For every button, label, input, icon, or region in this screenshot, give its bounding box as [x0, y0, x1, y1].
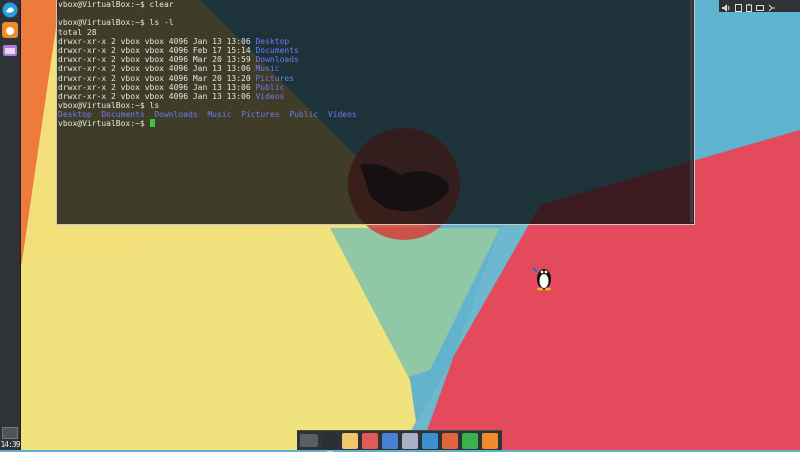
dock [297, 430, 502, 452]
terminal-line: drwxr-xr-x 2 vbox vbox 4096 Jan 13 13:06… [58, 37, 357, 46]
listing-meta: drwxr-xr-x 2 vbox vbox 4096 Jan 13 13:06 [58, 36, 256, 46]
presentation-icon[interactable] [442, 432, 458, 449]
system-tray [719, 0, 800, 12]
workspace-switcher[interactable] [2, 424, 18, 439]
terminal-line: drwxr-xr-x 2 vbox vbox 4096 Jan 13 13:06… [58, 83, 357, 92]
system-monitor-icon[interactable] [322, 432, 338, 452]
terminal-line: vbox@VirtualBox:~$ clear [58, 0, 174, 9]
directory-name: Desktop [58, 110, 92, 120]
terminal-line: drwxr-xr-x 2 vbox vbox 4096 Mar 20 13:20… [58, 74, 357, 83]
directory-name: Music [207, 110, 232, 120]
image-viewer-icon[interactable] [362, 432, 378, 449]
terminal-line: vbox@VirtualBox:~$ ls [58, 101, 160, 111]
listing-meta: drwxr-xr-x 2 vbox vbox 4096 Jan 13 13:06 [58, 64, 256, 74]
show-desktop-icon[interactable] [300, 434, 318, 447]
listing-meta: drwxr-xr-x 2 vbox vbox 4096 Mar 20 13:59 [58, 55, 256, 65]
terminal-scrollbar[interactable] [690, 0, 693, 223]
clipboard-icon[interactable] [735, 0, 742, 16]
media-player-icon[interactable] [482, 432, 498, 449]
directory-name: Pictures [255, 73, 295, 83]
terminal-output: vbox@VirtualBox:~$ clear vbox@VirtualBox:… [58, 0, 357, 129]
directory-name: Videos [255, 91, 285, 101]
terminal-line: vbox@VirtualBox:~$ [58, 119, 357, 128]
directory-name: Downloads [255, 55, 299, 65]
listing-meta: drwxr-xr-x 2 vbox vbox 4096 Jan 13 13:06 [58, 91, 256, 101]
shell-prompt: vbox@VirtualBox:~$ [58, 119, 150, 129]
spreadsheet-icon[interactable] [462, 432, 478, 449]
mail-icon[interactable] [342, 432, 358, 449]
directory-name: Documents [101, 110, 145, 120]
terminal-line: total 28 [58, 27, 97, 37]
directory-name: Videos [327, 110, 357, 120]
firefox-icon[interactable] [2, 22, 18, 38]
directory-name: Documents [255, 45, 299, 55]
terminal-window[interactable]: vbox@VirtualBox:~$ clear vbox@VirtualBox:… [56, 0, 695, 225]
file-manager-icon[interactable] [2, 42, 18, 58]
terminal-line: drwxr-xr-x 2 vbox vbox 4096 Mar 20 13:59… [58, 55, 357, 64]
directory-name: Music [255, 64, 280, 74]
volume-icon[interactable] [722, 0, 731, 16]
terminal-line: drwxr-xr-x 2 vbox vbox 4096 Jan 13 13:06… [58, 64, 357, 73]
terminal-line: drwxr-xr-x 2 vbox vbox 4096 Feb 17 15:14… [58, 46, 357, 55]
listing-meta: drwxr-xr-x 2 vbox vbox 4096 Jan 13 13:06 [58, 82, 256, 92]
listing-meta: drwxr-xr-x 2 vbox vbox 4096 Mar 20 13:20 [58, 73, 256, 83]
document-icon[interactable] [422, 432, 438, 449]
whisker-menu-icon[interactable] [2, 2, 18, 18]
terminal-line: Desktop Documents Downloads Music Pictur… [58, 110, 357, 119]
terminal-line: vbox@VirtualBox:~$ ls -l [58, 18, 174, 28]
battery-icon[interactable] [746, 0, 752, 16]
directory-name: Downloads [154, 110, 198, 120]
side-panel: 14:39 [0, 0, 21, 450]
panel-clock[interactable]: 14:39 [0, 439, 20, 450]
text-cursor [149, 119, 155, 128]
directory-name: Public [289, 110, 319, 120]
text-editor-icon[interactable] [402, 432, 418, 449]
listing-meta: drwxr-xr-x 2 vbox vbox 4096 Feb 17 15:14 [58, 45, 256, 55]
tux-icon[interactable] [529, 262, 559, 292]
display-icon[interactable] [756, 0, 764, 16]
terminal-line: drwxr-xr-x 2 vbox vbox 4096 Jan 13 13:06… [58, 92, 357, 101]
directory-name: Pictures [241, 110, 280, 120]
screenshot-icon[interactable] [382, 432, 398, 449]
directory-name: Desktop [255, 36, 290, 46]
network-icon[interactable] [768, 0, 776, 16]
directory-name: Public [255, 82, 285, 92]
